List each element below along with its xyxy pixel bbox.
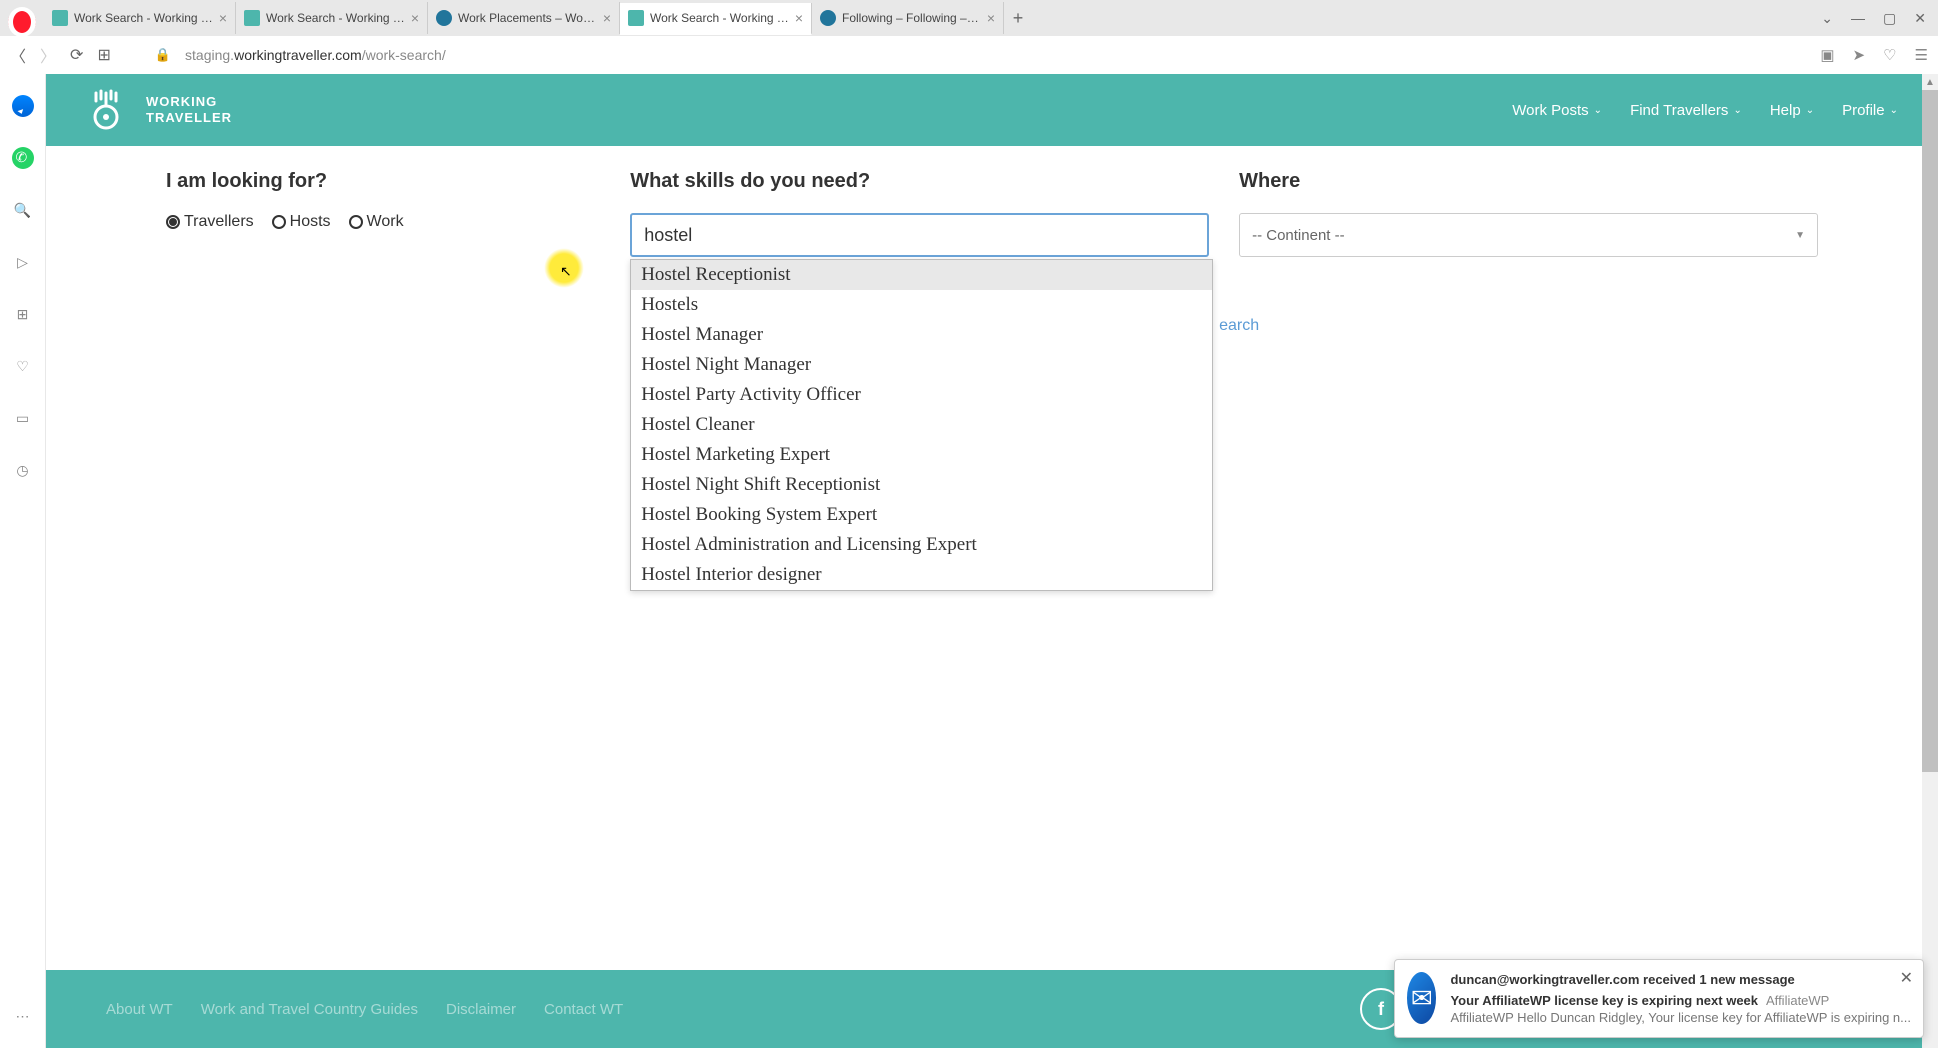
reload-button[interactable]: ⟳ xyxy=(70,45,83,65)
tabs-menu-icon[interactable]: ⌄ xyxy=(1821,10,1833,27)
scroll-thumb[interactable] xyxy=(1922,90,1938,772)
tab-favicon xyxy=(52,10,68,26)
autocomplete-item[interactable]: Hostel Marketing Expert xyxy=(631,440,1212,470)
autocomplete-dropdown: Hostel ReceptionistHostelsHostel Manager… xyxy=(630,259,1213,591)
opera-logo[interactable] xyxy=(8,8,36,36)
radio-hosts[interactable]: Hosts xyxy=(272,213,331,231)
chevron-down-icon: ⌄ xyxy=(1733,105,1741,116)
news-icon[interactable]: ▭ xyxy=(11,406,35,430)
back-button[interactable]: 〈 xyxy=(10,43,26,67)
url-text[interactable]: staging.workingtraveller.com/work-search… xyxy=(185,47,1806,63)
autocomplete-item[interactable]: Hostel Party Activity Officer xyxy=(631,380,1212,410)
page-scrollbar[interactable]: ▲ xyxy=(1922,74,1938,1048)
lock-icon[interactable]: 🔒 xyxy=(155,47,171,63)
send-icon[interactable]: ➤ xyxy=(1853,46,1866,64)
logo-mark-icon xyxy=(86,85,136,135)
looking-for-label: I am looking for? xyxy=(166,170,600,193)
tab-favicon xyxy=(628,10,644,26)
workspaces-icon[interactable]: ⊞ xyxy=(11,302,35,326)
chevron-down-icon: ⌄ xyxy=(1890,105,1898,116)
close-window-button[interactable]: ✕ xyxy=(1914,10,1926,27)
search-form: I am looking for? Travellers Hosts Work Wh… xyxy=(46,146,1938,375)
browser-sidebar: 🔍 ▷ ⊞ ♡ ▭ ◷ ⋯ xyxy=(0,74,46,1048)
new-tab-button[interactable]: + xyxy=(1004,8,1032,29)
notification-title: duncan@workingtraveller.com received 1 n… xyxy=(1450,972,1911,987)
bookmarks-heart-icon[interactable]: ♡ xyxy=(11,354,35,378)
tab-title: Work Search - Working Tra xyxy=(74,11,213,25)
tab-favicon xyxy=(820,10,836,26)
notification-app: AffiliateWP xyxy=(1766,993,1829,1008)
chevron-down-icon: ⌄ xyxy=(1594,105,1602,116)
history-icon[interactable]: ◷ xyxy=(11,458,35,482)
easy-setup-icon[interactable]: ☰ xyxy=(1915,46,1928,64)
continent-select[interactable]: -- Continent -- ▼ xyxy=(1239,213,1818,257)
chevron-down-icon: ⌄ xyxy=(1806,105,1814,116)
tab-title: Following – Following – Jo xyxy=(842,11,981,25)
sidebar-more-icon[interactable]: ⋯ xyxy=(11,1004,35,1028)
address-bar: 〈 〉 ⟳ ⊞ 🔒 staging.workingtraveller.com/w… xyxy=(0,36,1938,74)
autocomplete-item[interactable]: Hostel Cleaner xyxy=(631,410,1212,440)
maximize-button[interactable]: ▢ xyxy=(1883,10,1896,27)
autocomplete-item[interactable]: Hostel Administration and Licensing Expe… xyxy=(631,530,1212,560)
search-link-partial[interactable]: earch xyxy=(1219,317,1818,335)
tab-favicon xyxy=(436,10,452,26)
tab-title: Work Search - Working Tra xyxy=(650,11,789,25)
browser-tab[interactable]: Following – Following – Jo × xyxy=(812,2,1004,34)
chevron-down-icon: ▼ xyxy=(1795,230,1805,241)
footer-link[interactable]: About WT xyxy=(106,1001,173,1018)
notification-toast[interactable]: duncan@workingtraveller.com received 1 n… xyxy=(1394,959,1924,1038)
forward-button: 〉 xyxy=(40,43,56,67)
autocomplete-item[interactable]: Hostel Receptionist xyxy=(631,260,1212,290)
speed-dial-icon[interactable]: ⊞ xyxy=(97,45,110,65)
tab-bar: Work Search - Working Tra×Work Search - … xyxy=(0,0,1938,36)
browser-tab[interactable]: Work Search - Working Tra × xyxy=(44,2,236,34)
notification-close-button[interactable]: ✕ xyxy=(1900,968,1913,988)
autocomplete-item[interactable]: Hostels xyxy=(631,290,1212,320)
messenger-icon[interactable] xyxy=(11,94,35,118)
footer-link[interactable]: Work and Travel Country Guides xyxy=(201,1001,418,1018)
thunderbird-icon xyxy=(1407,972,1436,1024)
browser-tab[interactable]: Work Search - Working Tra × xyxy=(236,2,428,34)
tab-favicon xyxy=(244,10,260,26)
where-label: Where xyxy=(1239,170,1818,193)
nav-item-find-travellers[interactable]: Find Travellers⌄ xyxy=(1630,102,1742,119)
site-header: WORKINGTRAVELLER Work Posts⌄ Find Travell… xyxy=(46,74,1938,146)
tab-close-button[interactable]: × xyxy=(411,10,419,26)
autocomplete-item[interactable]: Hostel Night Shift Receptionist xyxy=(631,470,1212,500)
skills-label: What skills do you need? xyxy=(630,170,1209,193)
browser-tab[interactable]: Work Placements – Work P × xyxy=(428,2,620,34)
search-icon[interactable]: 🔍 xyxy=(11,198,35,222)
radio-dot-icon xyxy=(349,215,363,229)
footer-link[interactable]: Disclaimer xyxy=(446,1001,516,1018)
notification-preview: AffiliateWP Hello Duncan Ridgley, Your l… xyxy=(1450,1010,1911,1025)
tab-title: Work Search - Working Tra xyxy=(266,11,405,25)
tab-title: Work Placements – Work P xyxy=(458,11,597,25)
tab-close-button[interactable]: × xyxy=(987,10,995,26)
autocomplete-item[interactable]: Hostel Manager xyxy=(631,320,1212,350)
site-logo[interactable]: WORKINGTRAVELLER xyxy=(86,85,232,135)
scroll-up-icon[interactable]: ▲ xyxy=(1922,74,1938,90)
radio-dot-icon xyxy=(166,215,180,229)
nav-item-help[interactable]: Help⌄ xyxy=(1770,102,1814,119)
snapshot-icon[interactable]: ▣ xyxy=(1820,46,1834,64)
autocomplete-item[interactable]: Hostel Booking System Expert xyxy=(631,500,1212,530)
radio-travellers[interactable]: Travellers xyxy=(166,213,254,231)
nav-item-work-posts[interactable]: Work Posts⌄ xyxy=(1512,102,1602,119)
heart-icon[interactable]: ♡ xyxy=(1883,46,1896,64)
nav-item-profile[interactable]: Profile⌄ xyxy=(1842,102,1898,119)
skills-input[interactable] xyxy=(630,213,1209,257)
radio-dot-icon xyxy=(272,215,286,229)
tab-close-button[interactable]: × xyxy=(603,10,611,26)
notification-subject: Your AffiliateWP license key is expiring… xyxy=(1450,993,1758,1008)
minimize-button[interactable]: — xyxy=(1851,10,1865,26)
radio-work[interactable]: Work xyxy=(349,213,404,231)
browser-tab[interactable]: Work Search - Working Tra × xyxy=(620,3,812,35)
footer-link[interactable]: Contact WT xyxy=(544,1001,623,1018)
tab-close-button[interactable]: × xyxy=(795,10,803,26)
flow-icon[interactable]: ▷ xyxy=(11,250,35,274)
whatsapp-icon[interactable] xyxy=(11,146,35,170)
autocomplete-item[interactable]: Hostel Interior designer xyxy=(631,560,1212,590)
autocomplete-item[interactable]: Hostel Night Manager xyxy=(631,350,1212,380)
tab-close-button[interactable]: × xyxy=(219,10,227,26)
